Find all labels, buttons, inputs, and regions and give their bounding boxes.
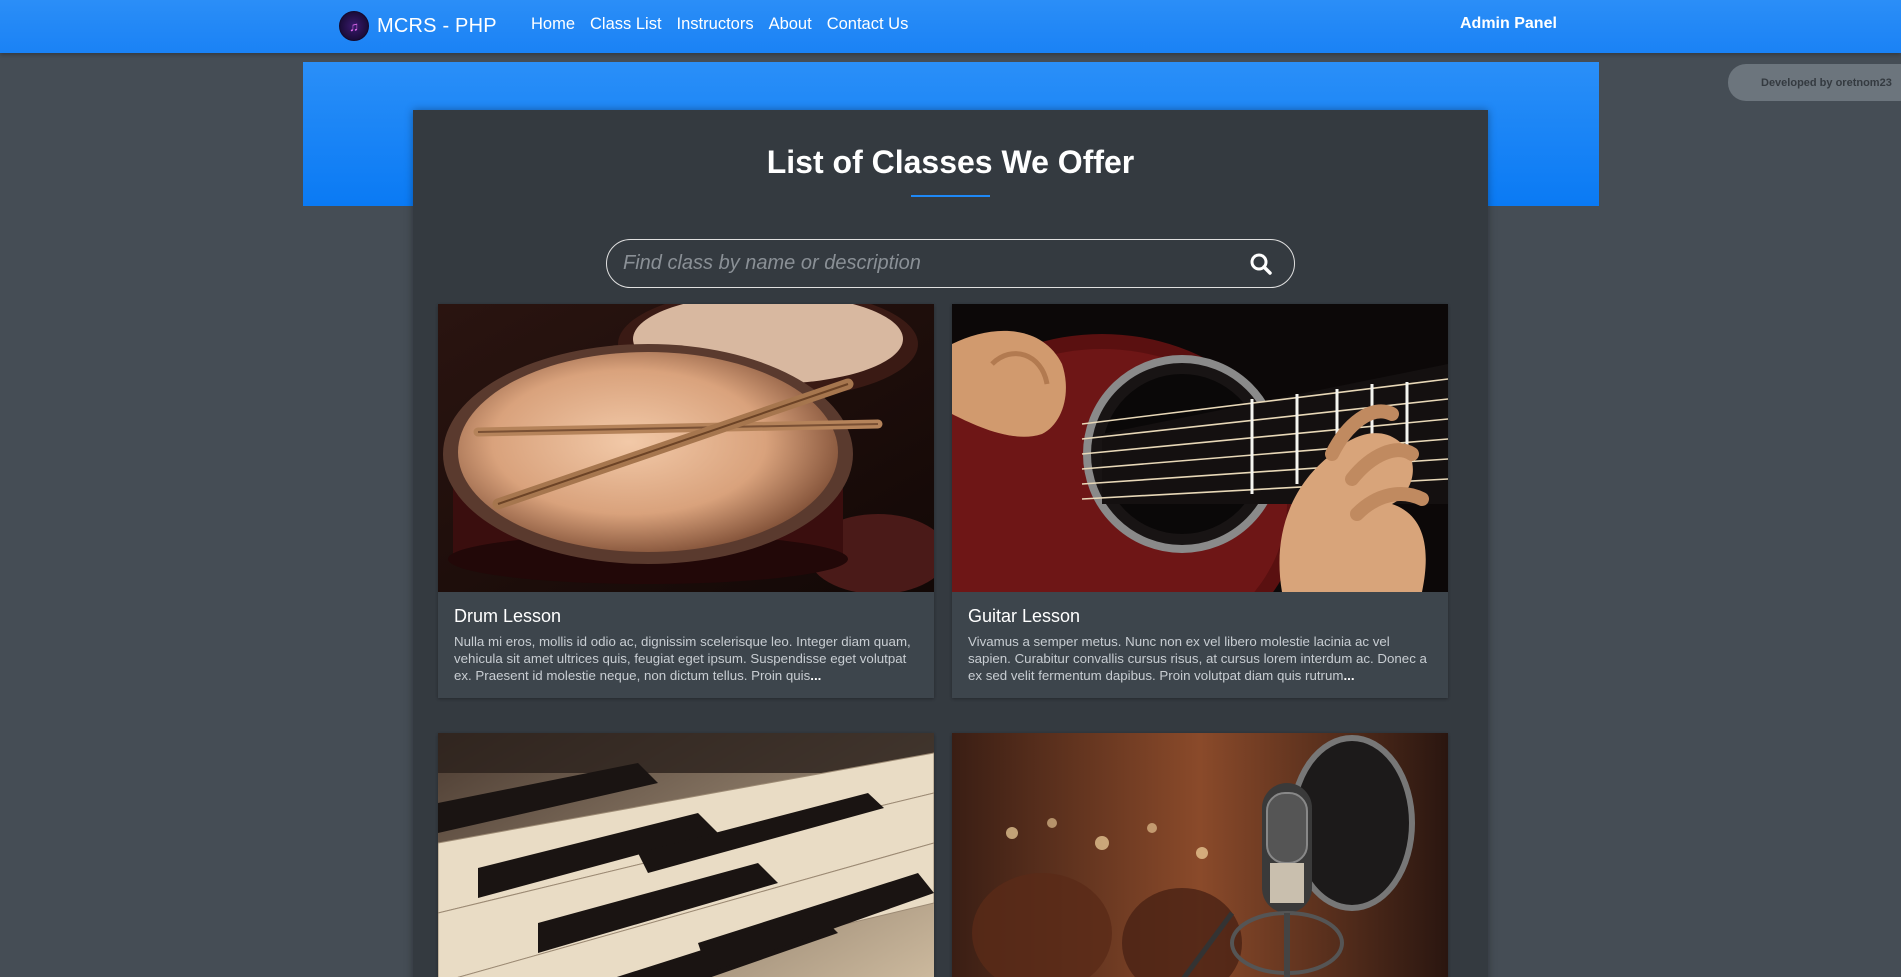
drum-snare-photo (438, 304, 934, 592)
class-card-vocal[interactable] (952, 733, 1448, 977)
nav-link-home[interactable]: Home (531, 15, 575, 34)
brand-name: MCRS - PHP (377, 14, 497, 37)
search-input[interactable] (623, 248, 1243, 279)
class-title: Guitar Lesson (968, 606, 1081, 626)
studio-microphone-photo (952, 733, 1448, 977)
class-description: Vivamus a semper metus. Nunc non ex vel … (968, 634, 1427, 683)
class-card-guitar[interactable]: Guitar Lesson Vivamus a semper metus. Nu… (952, 304, 1448, 698)
acoustic-guitar-photo (952, 304, 1448, 592)
search-icon[interactable] (1248, 251, 1274, 277)
title-underline (911, 195, 990, 197)
nav-link-class-list[interactable]: Class List (590, 15, 662, 34)
nav-links: Home Class List Instructors About Contac… (531, 15, 908, 34)
piano-keys-photo (438, 733, 934, 977)
class-title: Drum Lesson (454, 606, 562, 626)
developer-badge[interactable]: Developed by oretnom23 (1728, 64, 1901, 101)
nav-link-contact-us[interactable]: Contact Us (827, 15, 909, 34)
class-card-drum[interactable]: Drum Lesson Nulla mi eros, mollis id odi… (438, 304, 934, 698)
nav-link-about[interactable]: About (769, 15, 812, 34)
nav-link-instructors[interactable]: Instructors (677, 15, 754, 34)
music-note-icon: ♫ (339, 11, 369, 41)
class-card-piano[interactable] (438, 733, 934, 977)
page-title: List of Classes We Offer (766, 144, 1135, 180)
class-list-card: List of Classes We Offer Find class by n… (413, 110, 1488, 977)
search-box (606, 239, 1295, 288)
class-description: Nulla mi eros, mollis id odio ac, dignis… (454, 634, 911, 683)
admin-panel-link[interactable]: Admin Panel (1460, 15, 1557, 33)
top-navbar: ♫ MCRS - PHP Home Class List Instructors… (0, 0, 1901, 53)
brand[interactable]: ♫ MCRS - PHP (339, 11, 497, 41)
